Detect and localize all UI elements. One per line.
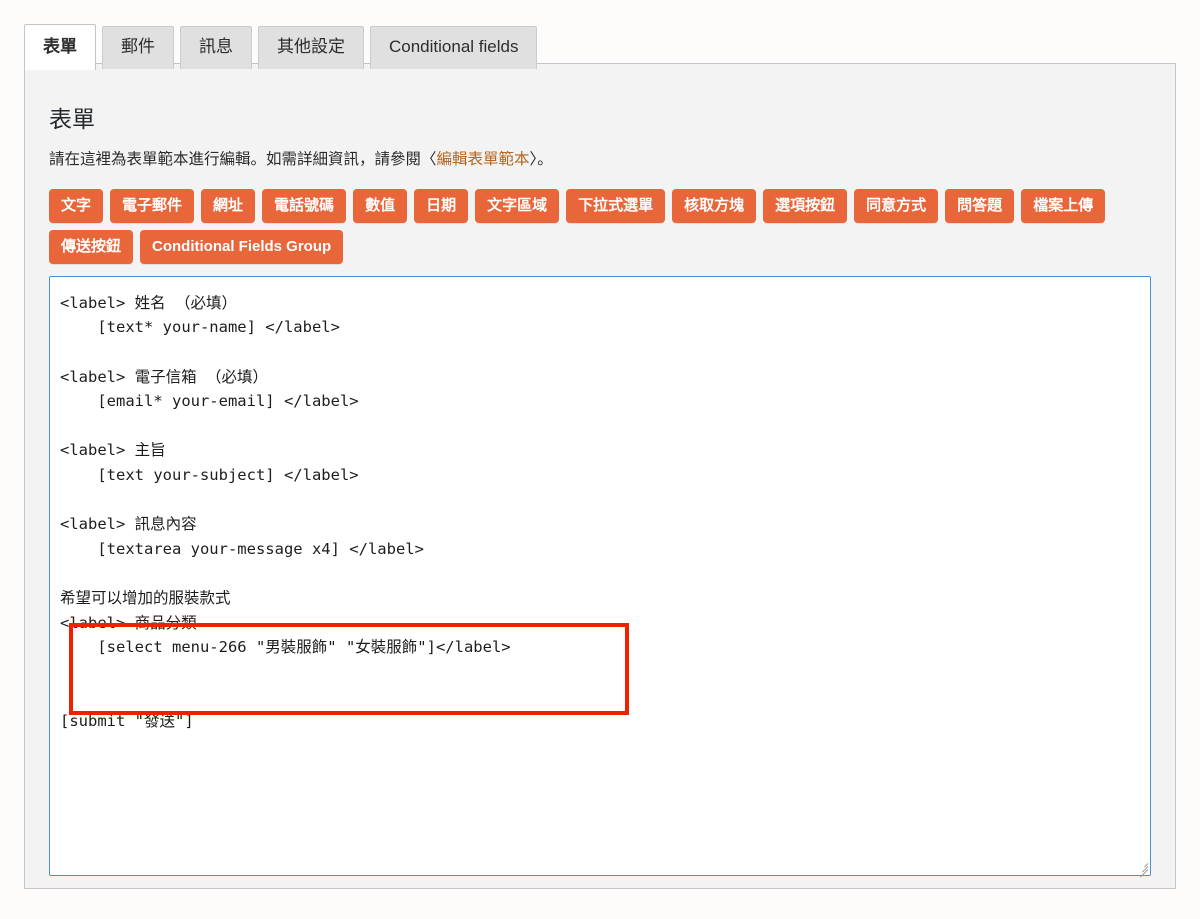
form-template-editor-container: <label> 姓名 （必填） [text* your-name] </labe… (49, 275, 1151, 878)
tag-button-radio[interactable]: 選項按鈕 (763, 188, 848, 223)
tag-button-text[interactable]: 文字 (49, 188, 104, 223)
tag-button-file[interactable]: 檔案上傳 (1021, 188, 1106, 223)
form-editor-panel-body: 表單 請在這裡為表單範本進行編輯。如需詳細資訊，請參閱〈編輯表單範本〉。 文字 … (25, 64, 1175, 878)
edit-form-template-link[interactable]: 編輯表單範本 (437, 151, 530, 168)
tag-button-checkbox[interactable]: 核取方塊 (672, 188, 757, 223)
tag-button-tel[interactable]: 電話號碼 (262, 188, 347, 223)
form-tag-generator-toolbar: 文字 電子郵件 網址 電話號碼 數值 日期 文字區域 下拉式選單 核取方塊 選項… (49, 188, 1109, 264)
tab-additional-settings[interactable]: 其他設定 (258, 26, 364, 69)
tab-form-label: 表單 (43, 37, 77, 56)
form-description-text-after: 〉。 (529, 150, 553, 168)
tag-button-email[interactable]: 電子郵件 (110, 188, 195, 223)
tab-conditional-fields[interactable]: Conditional fields (370, 26, 538, 69)
tab-messages[interactable]: 訊息 (180, 26, 252, 69)
tag-button-quiz[interactable]: 問答題 (945, 188, 1015, 223)
tag-button-number[interactable]: 數值 (353, 188, 408, 223)
form-description-text-before: 請在這裡為表單範本進行編輯。如需詳細資訊，請參閱〈 (49, 150, 437, 168)
tag-button-select[interactable]: 下拉式選單 (566, 188, 666, 223)
tab-form[interactable]: 表單 (24, 24, 96, 70)
form-template-editor[interactable]: <label> 姓名 （必填） [text* your-name] </labe… (49, 275, 1151, 876)
page-title: 表單 (49, 106, 95, 132)
tag-button-textarea[interactable]: 文字區域 (475, 188, 560, 223)
tag-button-acceptance[interactable]: 同意方式 (854, 188, 939, 223)
tag-button-submit[interactable]: 傳送按鈕 (49, 229, 134, 264)
tag-button-date[interactable]: 日期 (414, 188, 469, 223)
tab-additional-settings-label: 其他設定 (277, 37, 345, 56)
settings-tab-bar: 表單 郵件 訊息 其他設定 Conditional fields (24, 24, 538, 70)
form-editor-panel: 表單 請在這裡為表單範本進行編輯。如需詳細資訊，請參閱〈編輯表單範本〉。 文字 … (24, 63, 1176, 889)
tab-mail-label: 郵件 (121, 37, 155, 56)
tab-messages-label: 訊息 (199, 37, 233, 56)
tab-conditional-fields-label: Conditional fields (389, 37, 519, 56)
form-description: 請在這裡為表單範本進行編輯。如需詳細資訊，請參閱〈編輯表單範本〉。 (49, 148, 1151, 171)
tag-button-url[interactable]: 網址 (201, 188, 256, 223)
tag-button-conditional-fields-group[interactable]: Conditional Fields Group (140, 229, 344, 264)
tab-mail[interactable]: 郵件 (102, 26, 174, 69)
